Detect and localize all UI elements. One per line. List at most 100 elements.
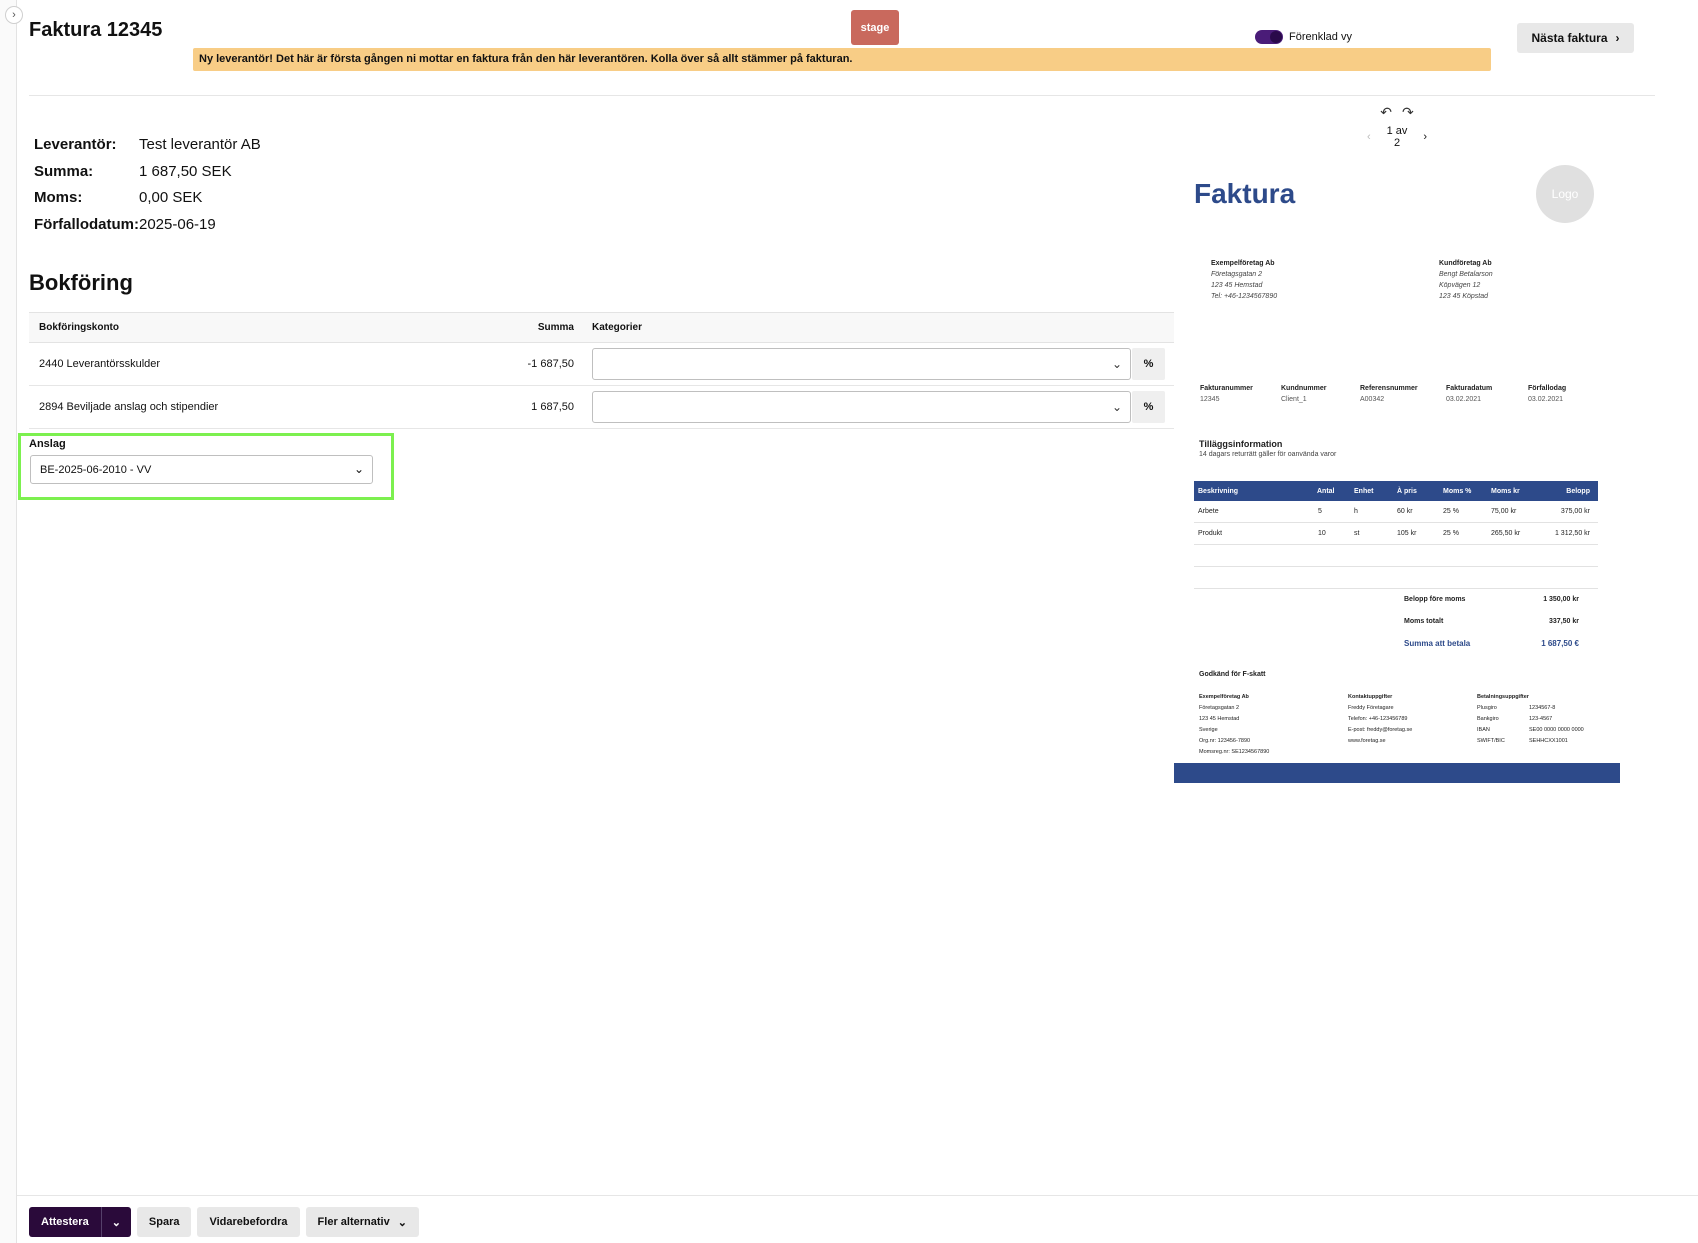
f-skatt-label: Godkänd för F-skatt: [1199, 671, 1266, 678]
seller-address: Exempelföretag Ab Företagsgatan 2 123 45…: [1211, 258, 1277, 302]
prev-page-icon[interactable]: ‹: [1367, 131, 1371, 143]
account-cell: 2894 Beviljade anslag och stipendier: [39, 401, 219, 413]
footer-title: Kontaktuppgifter: [1348, 694, 1393, 700]
total-key: Belopp före moms: [1404, 596, 1466, 603]
footer-line: Freddy Företagare: [1348, 705, 1394, 711]
total-value: 337,50 kr: [1549, 618, 1579, 625]
line-cell: 25 %: [1443, 530, 1459, 537]
footer-line: 1234567-8: [1529, 705, 1556, 711]
column-header-konto: Bokföringskonto: [39, 322, 119, 333]
line-cell: 25 %: [1443, 508, 1459, 515]
more-options-button[interactable]: Fler alternativ ⌄: [305, 1207, 419, 1237]
percent-button[interactable]: %: [1132, 391, 1165, 423]
summary-row: Förfallodatum: 2025-06-19: [34, 216, 261, 243]
line-cell: h: [1354, 508, 1358, 515]
more-options-label: Fler alternativ: [317, 1216, 390, 1228]
footer-line: Bankgiro: [1477, 716, 1499, 722]
chevron-down-icon: ⌄: [1111, 357, 1122, 371]
extra-info-text: 14 dagars returrätt gäller för oanvända …: [1199, 451, 1337, 458]
invoice-preview: Faktura Logo Exempelföretag Ab Företagsg…: [1174, 150, 1620, 783]
line-cell: 265,50 kr: [1491, 530, 1521, 537]
expand-sidebar-button[interactable]: ›: [5, 6, 23, 24]
table-header: Bokföringskonto Summa Kategorier: [29, 312, 1174, 343]
attest-dropdown-button[interactable]: ⌄: [100, 1207, 131, 1237]
line-cell: 75,00 kr: [1491, 508, 1517, 515]
seller-line: 123 45 Hemstad: [1211, 282, 1263, 289]
meta-value: 03.02.2021: [1446, 396, 1482, 403]
summary-value: 0,00 SEK: [139, 189, 203, 206]
footer-line: 123 45 Hemstad: [1199, 716, 1240, 722]
category-select[interactable]: ⌄: [592, 348, 1131, 380]
footer-line: Sverige: [1199, 727, 1218, 733]
footer-column: Kontaktuppgifter Freddy Företagare Telef…: [1348, 692, 1412, 747]
footer-line: SE00 0000 0000 0000: [1529, 727, 1584, 733]
simple-view-toggle[interactable]: Förenklad vy: [1255, 30, 1352, 44]
line-cell: 375,00 kr: [1560, 508, 1590, 515]
meta-value: 03.02.2021: [1528, 396, 1564, 403]
invoice-logo: Logo: [1536, 165, 1594, 223]
line-header: À pris: [1397, 487, 1417, 495]
footer-line: Telefon: +46-123456789: [1348, 716, 1408, 722]
line-cell: st: [1354, 530, 1360, 537]
toggle-switch[interactable]: [1255, 30, 1283, 44]
chevron-down-icon: ⌄: [397, 1216, 407, 1229]
buyer-name: Kundföretag Ab: [1439, 260, 1492, 267]
chevron-down-icon: ⌄: [353, 462, 364, 476]
rotate-left-icon[interactable]: ↶: [1380, 104, 1392, 121]
column-header-summa: Summa: [537, 322, 574, 333]
line-header: Moms %: [1443, 487, 1472, 495]
rotate-right-icon[interactable]: ↷: [1402, 104, 1414, 121]
footer-line: IBAN: [1477, 727, 1490, 733]
meta-key: Referensnummer: [1360, 385, 1418, 392]
line-cell: 10: [1318, 530, 1326, 537]
total-row: Belopp före moms 1 350,00 kr: [1404, 596, 1579, 603]
summary-row: Moms: 0,00 SEK: [34, 189, 261, 216]
new-supplier-alert: Ny leverantör! Det här är första gången …: [193, 48, 1491, 71]
action-bar: Attestera ⌄ Spara Vidarebefordra Fler al…: [29, 1207, 419, 1237]
line-cell: 105 kr: [1397, 530, 1417, 537]
accounting-table: Bokföringskonto Summa Kategorier 2440 Le…: [29, 312, 1174, 429]
save-button[interactable]: Spara: [136, 1207, 192, 1237]
next-invoice-button[interactable]: Nästa faktura ›: [1517, 23, 1634, 53]
invoice-line: Arbete 5 h 60 kr 25 % 75,00 kr 375,00 kr: [1194, 501, 1598, 523]
seller-line: Tel: +46-1234567890: [1211, 293, 1278, 300]
meta-key: Förfallodag: [1528, 385, 1567, 392]
chevron-down-icon: ⌄: [111, 1216, 121, 1229]
footer-column: Exempelföretag Ab Företagsgatan 2 123 45…: [1199, 692, 1269, 758]
footer-line: SWIFT/BIC: [1477, 738, 1505, 744]
category-select[interactable]: ⌄: [592, 391, 1131, 423]
meta-item: Referensnummer A00342: [1360, 383, 1418, 405]
amount-cell: 1 687,50: [531, 401, 574, 413]
page-indicator: 1 av 2: [1386, 125, 1408, 149]
page-title: Faktura 12345: [29, 19, 163, 41]
footer-line: 123-4567: [1529, 716, 1553, 722]
table-row: 2440 Leverantörsskulder -1 687,50 ⌄ %: [29, 343, 1174, 386]
meta-key: Fakturanummer: [1200, 385, 1253, 392]
summary-key: Förfallodatum:: [34, 215, 139, 233]
bokforing-heading: Bokföring: [29, 270, 133, 295]
anslag-select[interactable]: BE-2025-06-2010 - VV ⌄: [30, 455, 373, 484]
line-header: Beskrivning: [1198, 487, 1239, 495]
footer-line: Plusgiro: [1477, 705, 1497, 711]
percent-button[interactable]: %: [1132, 348, 1165, 380]
meta-item: Fakturadatum 03.02.2021: [1446, 383, 1492, 405]
line-cell: 1 312,50 kr: [1554, 530, 1590, 537]
attest-button[interactable]: Attestera: [29, 1207, 101, 1237]
footer-column: 1234567-8 123-4567 SE00 0000 0000 0000 S…: [1529, 703, 1584, 747]
lines-header: Beskrivning Antal Enhet À pris Moms % Mo…: [1194, 481, 1598, 501]
table-row: 2894 Beviljade anslag och stipendier 1 6…: [29, 386, 1174, 429]
next-page-icon[interactable]: ›: [1423, 131, 1427, 143]
buyer-line: Köpvägen 12: [1439, 282, 1481, 289]
summary-row: Leverantör: Test leverantör AB: [34, 136, 261, 163]
divider: [29, 95, 1655, 96]
forward-button[interactable]: Vidarebefordra: [197, 1207, 300, 1237]
chevron-down-icon: ⌄: [1111, 400, 1122, 414]
stage-badge: stage: [851, 10, 899, 45]
total-value: 1 350,00 kr: [1543, 596, 1579, 603]
summary-key: Moms:: [34, 189, 83, 206]
divider: [1194, 567, 1598, 589]
seller-name: Exempelföretag Ab: [1211, 260, 1275, 267]
total-value: 1 687,50 €: [1541, 639, 1579, 648]
line-cell: 60 kr: [1397, 508, 1413, 515]
line-cell: 5: [1318, 508, 1322, 515]
